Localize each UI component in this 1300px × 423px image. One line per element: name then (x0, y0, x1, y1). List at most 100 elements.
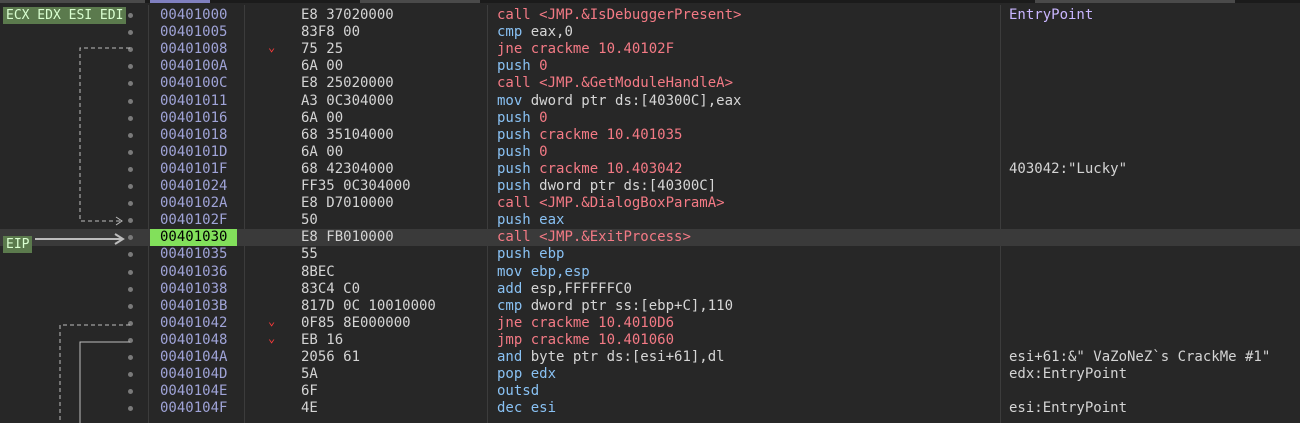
instruction-text: mov ebp,esp (497, 264, 590, 281)
eip-label: EIP (3, 236, 33, 253)
instruction-bytes: 4E (301, 400, 318, 417)
instruction-mnemonic: pop (497, 366, 523, 383)
instruction-operands: eax,0 (530, 24, 573, 41)
instruction-row[interactable]: 00401048 ⌄ EB 16 jmp crackme 10.401060 (0, 332, 1300, 349)
instruction-bytes: 2056 61 (301, 349, 361, 365)
instruction-address: 00401030 (150, 229, 238, 247)
instruction-mnemonic: push (497, 246, 531, 263)
instruction-row[interactable]: 0040100C E8 25020000 call <JMP.&GetModuleH… (0, 75, 1300, 92)
instruction-mnemonic: push (497, 212, 531, 229)
instruction-row[interactable]: 0040102F 50 push eax (0, 212, 1300, 229)
instruction-comment: esi+61:&" VaZoNeZ`s CrackMe #1" (1009, 349, 1271, 365)
instruction-text: push crackme 10.401035 (497, 127, 682, 144)
instruction-row[interactable]: 00401011 A3 0C304000 mov dword ptr ds:[403… (0, 93, 1300, 110)
instruction-address: 00401000 (160, 7, 228, 23)
instruction-mnemonic: and (497, 349, 523, 365)
instruction-bytes: 6F (301, 383, 318, 400)
jump-taken-icon: ⌄ (268, 40, 276, 55)
instruction-operands: 0 (539, 58, 548, 75)
instruction-bytes: E8 25020000 (301, 75, 394, 92)
instruction-row[interactable]: 0040101D 6A 00 push 0 (0, 144, 1300, 161)
instruction-mnemonic: call (497, 7, 531, 23)
instruction-row[interactable]: 00401036 8BEC mov ebp,esp (0, 264, 1300, 281)
instruction-row[interactable]: 00401016 6A 00 push 0 (0, 110, 1300, 127)
instruction-address: 00401016 (160, 109, 228, 126)
instruction-bytes: 817D 0C 10010000 (301, 297, 436, 314)
instruction-operands: <JMP.&GetModuleHandleA> (539, 75, 734, 92)
instruction-text: and byte ptr ds:[esi+61],dl (497, 349, 725, 366)
instruction-row[interactable]: 0040104E 6F outsd (0, 383, 1300, 400)
top-strip-segment (150, 0, 210, 3)
instruction-text: push eax (497, 212, 564, 229)
instruction-row[interactable]: 0040100A 6A 00 push 0 (0, 58, 1300, 75)
instruction-row[interactable]: 00401018 68 35104000 push crackme 10.40103… (0, 127, 1300, 144)
top-strip-segment (1035, 0, 1235, 3)
instruction-operands: dword ptr ss:[ebp+C],110 (530, 297, 734, 314)
instruction-row[interactable]: 00401024 FF35 0C304000 push dword ptr ds:[… (0, 178, 1300, 195)
instruction-bytes: 55 (301, 246, 318, 263)
instruction-text: add esp,FFFFFFC0 (497, 281, 632, 298)
instruction-mnemonic: cmp (497, 24, 523, 41)
instruction-row[interactable]: 0040103B 817D 0C 10010000 cmp dword ptr ss… (0, 298, 1300, 315)
disassembly-view[interactable]: 00401000 E8 37020000 call <JMP.&IsDebugger… (0, 5, 1300, 423)
instruction-row[interactable]: 0040104D 5A pop edx edx:EntryPoint (0, 366, 1300, 383)
instruction-text: pop edx (497, 366, 556, 383)
instruction-row[interactable]: 00401000 E8 37020000 call <JMP.&IsDebugger… (0, 7, 1300, 24)
instruction-bytes: 6A 00 (301, 143, 344, 160)
instruction-operands: crackme 10.403042 (539, 160, 683, 177)
instruction-row[interactable]: 00401035 55 push ebp (0, 246, 1300, 263)
instruction-mnemonic: push (497, 109, 531, 126)
instruction-text: jne crackme 10.40102F (497, 41, 674, 58)
instruction-row[interactable]: 00401042 ⌄ 0F85 8E000000 jne crackme 10.401… (0, 315, 1300, 332)
instruction-mnemonic: push (497, 143, 531, 160)
instruction-address: 00401008 (160, 41, 228, 58)
instruction-bytes: FF35 0C304000 (301, 178, 411, 194)
instruction-text: jmp crackme 10.401060 (497, 332, 674, 349)
instruction-comment: 403042:"Lucky" (1009, 160, 1128, 177)
instruction-address: 0040102F (160, 212, 228, 229)
instruction-text: outsd (497, 383, 539, 400)
instruction-address: 00401035 (160, 246, 228, 263)
instruction-bytes: A3 0C304000 (301, 92, 394, 109)
instruction-operands: crackme 10.40102F (530, 41, 675, 58)
instruction-text: push 0 (497, 110, 548, 127)
instruction-text: mov dword ptr ds:[40300C],eax (497, 93, 741, 110)
instruction-bytes: 83C4 C0 (301, 280, 361, 297)
instruction-operands: <JMP.&ExitProcess> (539, 229, 691, 246)
instruction-address: 0040101F (160, 160, 228, 177)
instruction-mnemonic: add (497, 280, 523, 297)
instruction-text: jne crackme 10.4010D6 (497, 315, 674, 332)
instruction-text: cmp eax,0 (497, 24, 573, 41)
instruction-row[interactable]: 00401008 ⌄ 75 25 jne crackme 10.40102F (0, 41, 1300, 58)
instruction-row[interactable]: 0040104F 4E dec esi esi:EntryPoint (0, 400, 1300, 417)
instruction-row[interactable]: 0040101F 68 42304000 push crackme 10.40304… (0, 161, 1300, 178)
instruction-row-current[interactable]: 00401030 E8 FB010000 call <JMP.&ExitProces… (0, 229, 1300, 247)
jump-arrow-dashed (59, 324, 130, 423)
instruction-row[interactable]: 00401038 83C4 C0 add esp,FFFFFFC0 (0, 281, 1300, 298)
instruction-row[interactable]: 00401005 83F8 00 cmp eax,0 (0, 24, 1300, 41)
instruction-mnemonic: push (497, 126, 531, 143)
instruction-text: push crackme 10.403042 (497, 161, 682, 178)
instruction-row[interactable]: 0040104A 2056 61 and byte ptr ds:[esi+61],… (0, 349, 1300, 366)
instruction-address: 00401024 (160, 178, 228, 194)
instruction-operands: <JMP.&IsDebuggerPresent> (539, 7, 742, 23)
instruction-bytes: E8 37020000 (301, 7, 394, 23)
instruction-text: call <JMP.&DialogBoxParamA> (497, 195, 725, 212)
instruction-bytes: EB 16 (301, 331, 344, 348)
instruction-bytes: 6A 00 (301, 109, 344, 126)
instruction-operands: crackme 10.401060 (530, 331, 675, 348)
instruction-bytes: 0F85 8E000000 (301, 314, 411, 331)
instruction-mnemonic: push (497, 178, 531, 194)
jump-arrow-solid (79, 341, 130, 423)
instruction-mnemonic: jne (497, 41, 523, 58)
instruction-operands: ebp (539, 246, 565, 263)
instruction-row[interactable]: 0040102A E8 D7010000 call <JMP.&DialogBoxP… (0, 195, 1300, 212)
instruction-operands: <JMP.&DialogBoxParamA> (539, 195, 725, 212)
instruction-mnemonic: call (497, 75, 531, 92)
instruction-address: 0040102A (160, 195, 228, 212)
instruction-address: 0040104E (160, 383, 228, 400)
instruction-address: 00401036 (160, 263, 228, 280)
jump-taken-icon: ⌄ (268, 330, 276, 345)
instruction-text: push 0 (497, 58, 548, 75)
register-label: ECX EDX ESI EDI (3, 7, 127, 24)
